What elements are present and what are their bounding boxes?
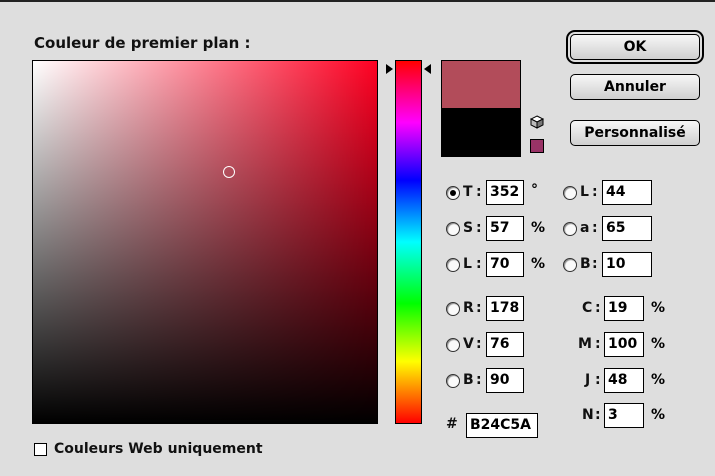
yellow-colon: :: [595, 372, 601, 388]
hue-input[interactable]: 352: [486, 180, 524, 205]
yellow-unit: %: [651, 372, 666, 388]
yellow-input[interactable]: 48: [604, 368, 644, 393]
hue-slider-left-arrow[interactable]: [386, 64, 393, 74]
yellow-label: J: [585, 372, 591, 388]
black-colon: :: [595, 407, 601, 423]
magenta-unit: %: [651, 336, 666, 352]
red-label: R: [463, 300, 474, 316]
hue-colon: :: [476, 184, 482, 200]
lab-b-label: B: [580, 256, 591, 272]
ok-button[interactable]: OK: [570, 34, 700, 60]
lab-l-label: L: [580, 184, 589, 200]
hue-slider-right-arrow[interactable]: [424, 64, 431, 74]
magenta-colon: :: [595, 336, 601, 352]
cyan-unit: %: [651, 300, 666, 316]
magenta-label: M: [578, 336, 592, 352]
lab-a-colon: :: [592, 220, 598, 236]
hue-label: T: [463, 184, 473, 200]
lab-l-input[interactable]: 44: [602, 180, 652, 205]
new-color-swatch: [441, 60, 521, 108]
lightness-label: L: [463, 256, 472, 272]
radio-red[interactable]: [446, 302, 460, 316]
black-unit: %: [651, 407, 666, 423]
blue-label: B: [463, 372, 474, 388]
custom-button[interactable]: Personnalisé: [570, 120, 700, 146]
green-input[interactable]: 76: [486, 332, 524, 357]
cyan-label: C: [582, 300, 593, 316]
cyan-input[interactable]: 19: [604, 296, 644, 321]
lab-a-input[interactable]: 65: [602, 216, 652, 241]
radio-lab-l[interactable]: [563, 186, 577, 200]
black-label: N: [582, 407, 594, 423]
lab-l-colon: :: [592, 184, 598, 200]
saturation-input[interactable]: 57: [486, 216, 524, 241]
lightness-unit: %: [531, 256, 546, 272]
color-cursor[interactable]: [223, 166, 235, 178]
lab-a-label: a: [580, 220, 590, 236]
cancel-button[interactable]: Annuler: [570, 74, 700, 100]
green-colon: :: [476, 336, 482, 352]
radio-hue[interactable]: [446, 186, 460, 200]
red-colon: :: [476, 300, 482, 316]
web-only-label[interactable]: Couleurs Web uniquement: [54, 441, 263, 457]
blue-input[interactable]: 90: [486, 368, 524, 393]
color-field[interactable]: [32, 60, 378, 424]
lab-b-colon: :: [592, 256, 598, 272]
hex-input[interactable]: B24C5A: [466, 413, 538, 438]
websafe-color-swatch[interactable]: [530, 139, 544, 153]
color-picker-dialog: Couleur de premier plan : OK Annuler Per…: [0, 0, 715, 476]
magenta-input[interactable]: 100: [604, 332, 644, 357]
hex-prefix: #: [446, 416, 458, 432]
radio-blue[interactable]: [446, 374, 460, 388]
blue-colon: :: [476, 372, 482, 388]
cyan-colon: :: [595, 300, 601, 316]
saturation-label: S: [463, 220, 474, 236]
dialog-title: Couleur de premier plan :: [34, 34, 251, 52]
hue-unit: °: [531, 182, 538, 198]
original-color-swatch[interactable]: [441, 108, 521, 157]
color-field-shade-layer: [33, 61, 377, 423]
radio-saturation[interactable]: [446, 222, 460, 236]
radio-lab-b[interactable]: [563, 258, 577, 272]
saturation-unit: %: [531, 220, 546, 236]
lab-b-input[interactable]: 10: [602, 252, 652, 277]
saturation-colon: :: [476, 220, 482, 236]
black-input[interactable]: 3: [604, 403, 644, 428]
red-input[interactable]: 178: [486, 296, 524, 321]
web-only-checkbox[interactable]: [34, 443, 47, 456]
hue-slider[interactable]: [395, 60, 422, 424]
green-label: V: [463, 336, 474, 352]
lightness-colon: :: [476, 256, 482, 272]
lightness-input[interactable]: 70: [486, 252, 524, 277]
radio-lab-a[interactable]: [563, 222, 577, 236]
radio-green[interactable]: [446, 338, 460, 352]
radio-lightness[interactable]: [446, 258, 460, 272]
cube-icon[interactable]: [530, 115, 544, 129]
